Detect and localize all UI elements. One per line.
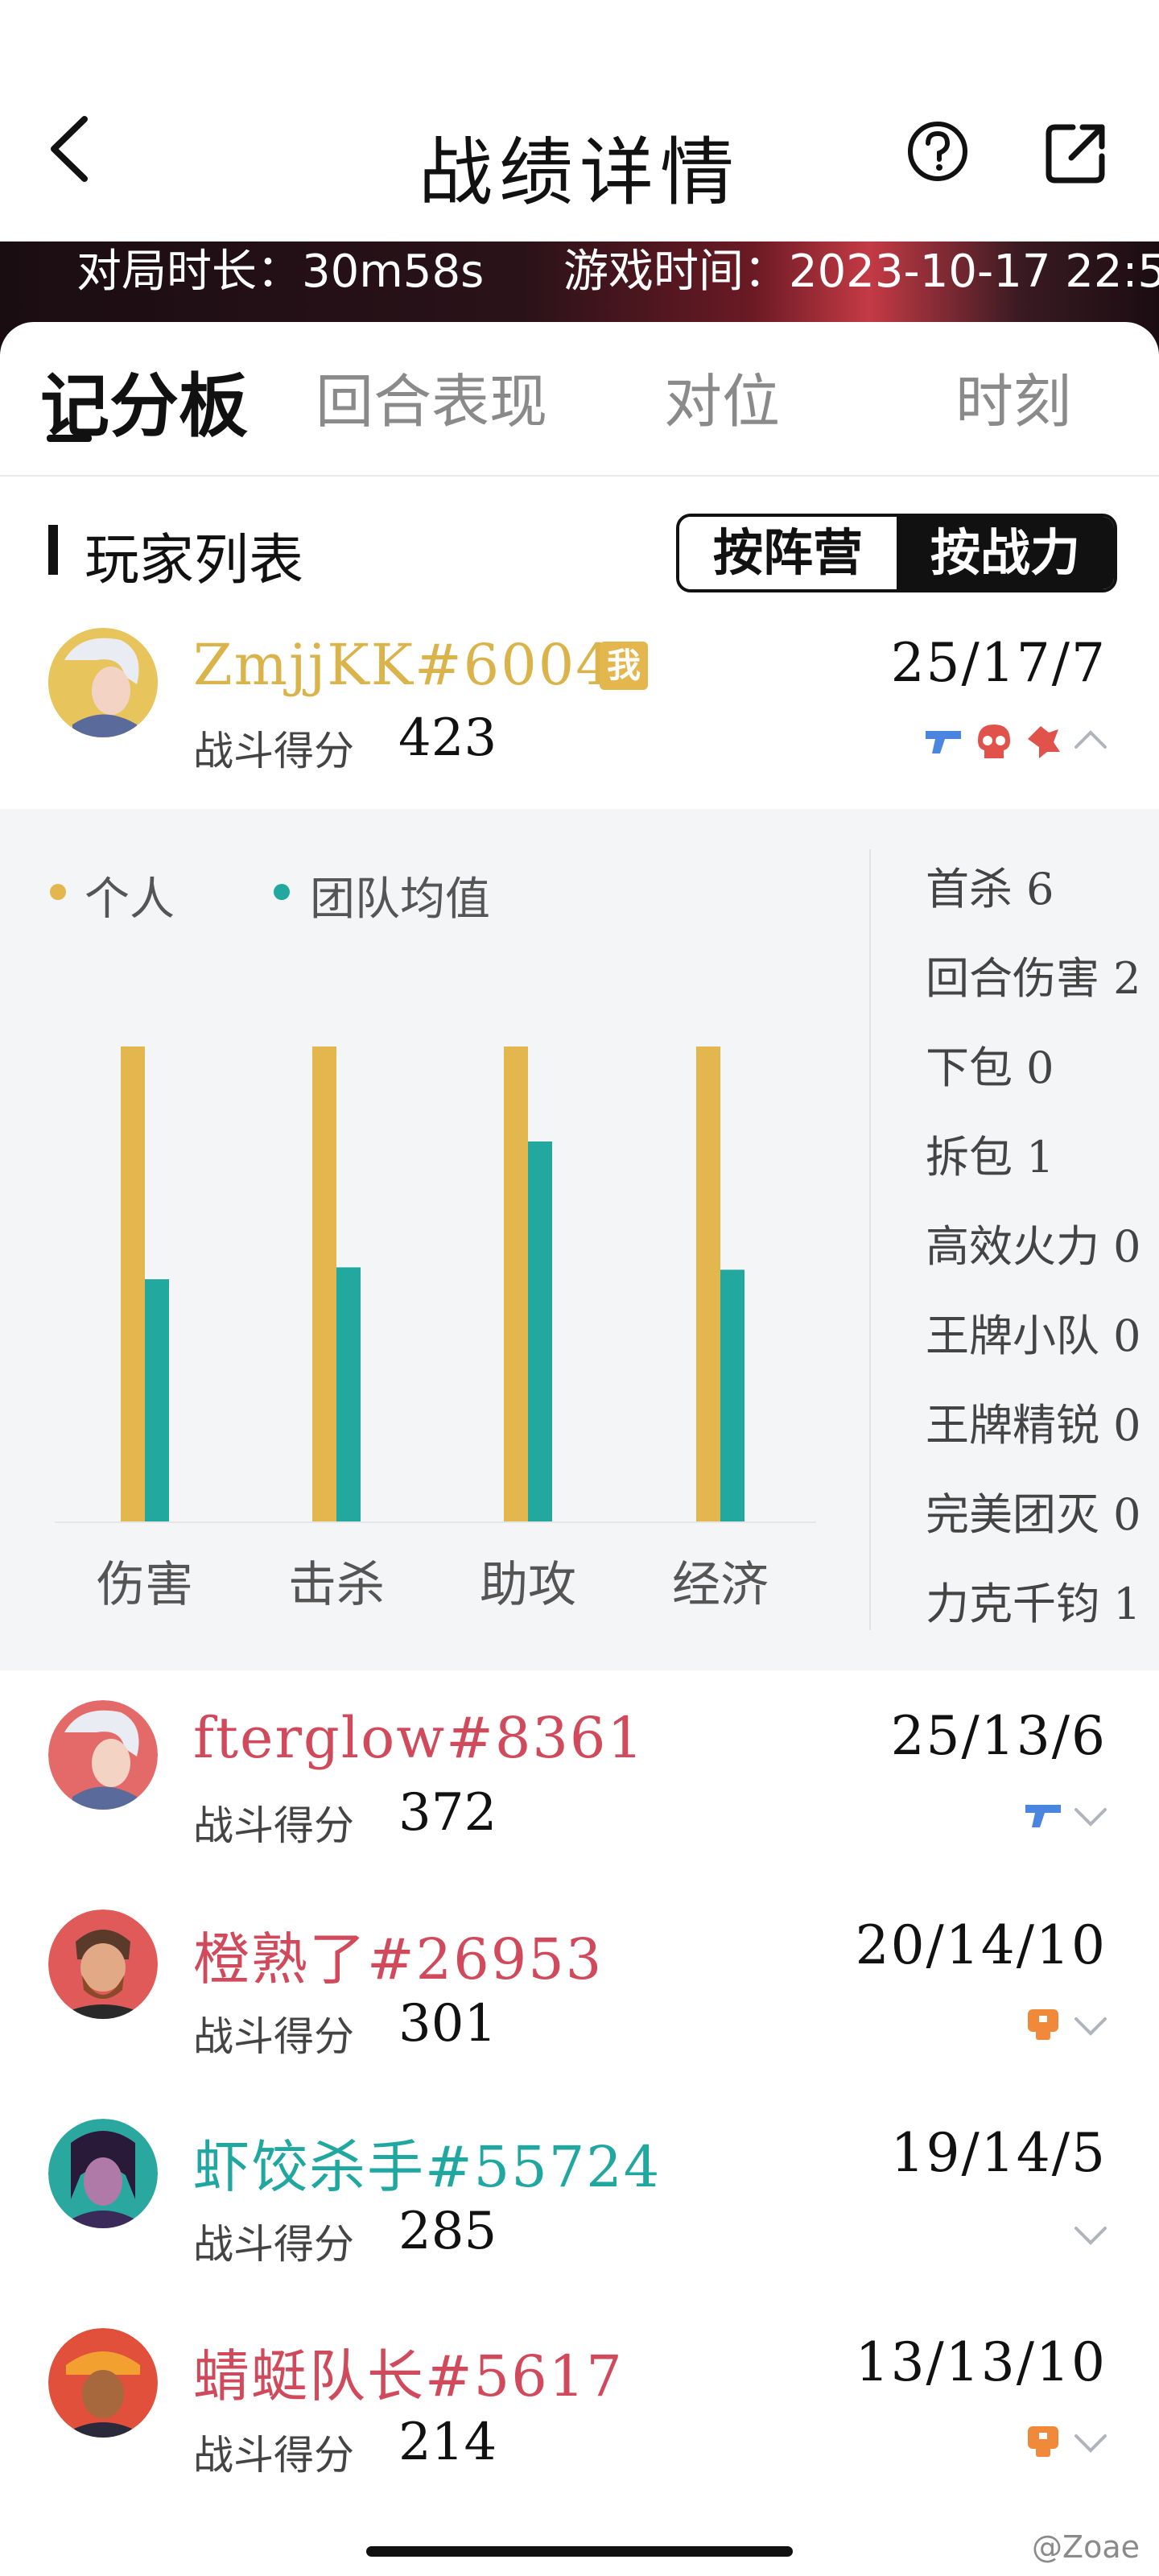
gun-icon bbox=[926, 731, 961, 753]
chevron-up-icon[interactable] bbox=[1073, 728, 1108, 752]
sort-toggle: 按阵营 按战力 bbox=[676, 514, 1117, 592]
skull-icon bbox=[978, 724, 1010, 758]
player-name: fterglow#8361 bbox=[193, 1705, 645, 1771]
bar-personal-3 bbox=[696, 1046, 720, 1521]
player-name: 橙熟了#26953 bbox=[193, 1926, 604, 1992]
bar-personal-0 bbox=[121, 1046, 145, 1521]
kda: 19/14/5 bbox=[890, 2122, 1107, 2184]
share-icon[interactable] bbox=[1042, 119, 1110, 187]
panel-divider bbox=[869, 849, 871, 1630]
page-title: 战绩详情 bbox=[418, 130, 740, 216]
score-value: 214 bbox=[398, 2413, 497, 2472]
kda: 13/13/10 bbox=[855, 2331, 1107, 2393]
score-label: 战斗得分 bbox=[193, 1802, 354, 1849]
comparison-bar-chart bbox=[121, 1046, 744, 1521]
match-time: 游戏时间：2023-10-17 22:5 bbox=[563, 246, 1159, 298]
match-duration: 对局时长：30m58s bbox=[76, 246, 485, 298]
player-list-title: 玩家列表 bbox=[85, 529, 304, 592]
spike-icon bbox=[1028, 2426, 1058, 2457]
tab-active-indicator bbox=[47, 435, 92, 442]
bar-personal-2 bbox=[504, 1046, 528, 1521]
avatar bbox=[48, 1909, 158, 2019]
x-tick-label: 击杀 bbox=[288, 1557, 385, 1613]
score-label: 战斗得分 bbox=[193, 2221, 354, 2268]
stat-item: 高效火力 0 bbox=[926, 1221, 1141, 1272]
bar-team-0 bbox=[145, 1279, 169, 1521]
x-tick-label: 伤害 bbox=[97, 1557, 193, 1613]
stat-item: 王牌小队 0 bbox=[926, 1311, 1141, 1361]
player-name: ZmjjKK#60041 bbox=[193, 632, 651, 698]
player-name: 蜻蜓队长#5617 bbox=[193, 2343, 624, 2409]
spike-icon bbox=[1028, 2009, 1058, 2040]
score-value: 285 bbox=[398, 2202, 497, 2261]
chart-baseline bbox=[55, 1521, 816, 1523]
sort-by-power-button[interactable]: 按战力 bbox=[897, 517, 1114, 589]
chevron-down-icon[interactable] bbox=[1073, 2431, 1108, 2455]
bar-team-3 bbox=[720, 1269, 744, 1521]
nav-bar: 战绩详情 bbox=[0, 0, 1159, 242]
avatar bbox=[48, 2328, 158, 2438]
bar-personal-1 bbox=[312, 1046, 336, 1521]
x-tick-label: 经济 bbox=[672, 1557, 769, 1613]
chevron-down-icon[interactable] bbox=[1073, 2223, 1108, 2248]
score-value: 301 bbox=[398, 1994, 497, 2054]
help-icon[interactable] bbox=[905, 119, 970, 184]
stat-item: 力克千钧 1 bbox=[926, 1579, 1141, 1629]
player-name: 虾饺杀手#55724 bbox=[193, 2134, 662, 2200]
x-tick-label: 助攻 bbox=[480, 1557, 576, 1613]
bar-team-2 bbox=[528, 1141, 552, 1521]
avatar bbox=[48, 2119, 158, 2228]
kda: 25/17/7 bbox=[890, 632, 1107, 694]
gun-icon bbox=[1025, 1805, 1061, 1827]
stat-item: 下包 0 bbox=[926, 1042, 1054, 1093]
score-value: 423 bbox=[398, 708, 497, 768]
home-indicator[interactable] bbox=[366, 2546, 793, 2557]
score-label: 战斗得分 bbox=[193, 2013, 354, 2060]
avatar bbox=[48, 1700, 158, 1810]
sort-by-team-button[interactable]: 按阵营 bbox=[679, 517, 897, 589]
clutch-icon bbox=[1028, 726, 1060, 758]
stat-item: 回合伤害 2 bbox=[926, 953, 1141, 1004]
tab-moments[interactable]: 时刻 bbox=[955, 354, 1071, 439]
tab-bar: 记分板 回合表现 对位 时刻 bbox=[0, 322, 1159, 477]
chevron-down-icon[interactable] bbox=[1073, 1805, 1108, 1829]
score-label: 战斗得分 bbox=[193, 728, 354, 774]
kda: 20/14/10 bbox=[855, 1914, 1107, 1976]
stat-item: 拆包 1 bbox=[926, 1132, 1054, 1183]
score-value: 372 bbox=[398, 1783, 497, 1843]
tab-round-performance[interactable]: 回合表现 bbox=[316, 354, 547, 439]
tab-matchup[interactable]: 对位 bbox=[664, 354, 780, 439]
kda: 25/13/6 bbox=[890, 1705, 1107, 1767]
bar-team-1 bbox=[336, 1267, 361, 1521]
watermark: @Zoae bbox=[1032, 2529, 1140, 2565]
score-label: 战斗得分 bbox=[193, 2432, 354, 2479]
me-badge: 我 bbox=[600, 642, 648, 690]
stat-item: 首杀 6 bbox=[926, 864, 1054, 914]
section-marker bbox=[48, 525, 58, 575]
chevron-down-icon[interactable] bbox=[1073, 2014, 1108, 2038]
avatar bbox=[48, 628, 158, 737]
stat-item: 王牌精锐 0 bbox=[926, 1400, 1141, 1451]
stat-item: 完美团灭 0 bbox=[926, 1489, 1141, 1540]
